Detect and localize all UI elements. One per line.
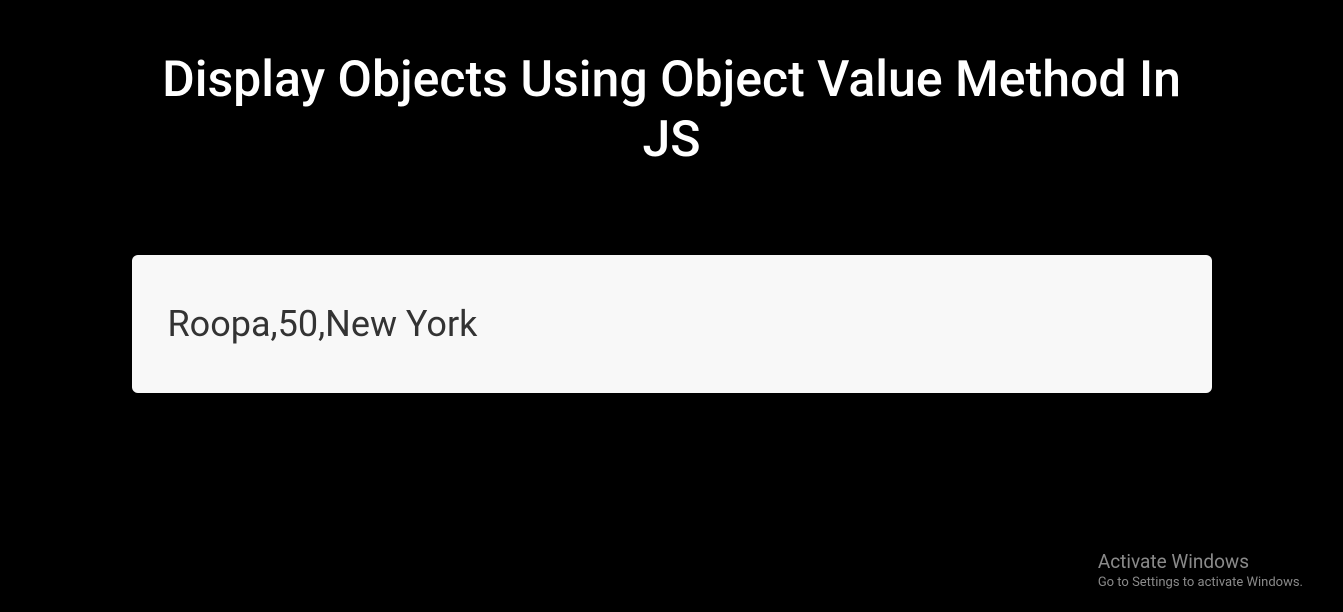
watermark-subtitle: Go to Settings to activate Windows. <box>1098 575 1303 590</box>
output-container: Roopa,50,New York <box>132 255 1212 393</box>
page-title: Display Objects Using Object Value Metho… <box>147 0 1197 170</box>
output-value: Roopa,50,New York <box>168 303 1176 345</box>
watermark-title: Activate Windows <box>1098 550 1303 573</box>
windows-activation-watermark: Activate Windows Go to Settings to activ… <box>1098 550 1303 590</box>
